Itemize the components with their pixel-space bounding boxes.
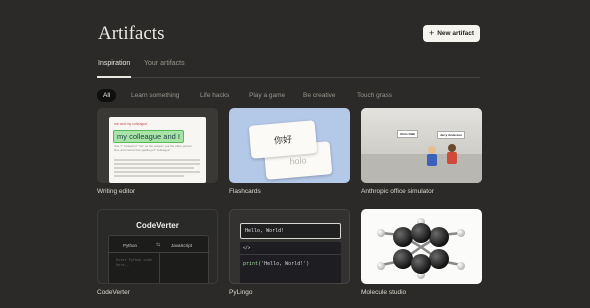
card-title: PyLingo <box>229 289 253 296</box>
writing-editor-preview: me and my colleague my colleague and I U… <box>97 108 218 183</box>
card-title: Molecule studio <box>361 289 407 296</box>
flashcards-preview: holo 你好 <box>229 108 350 183</box>
document-sheet: me and my colleague my colleague and I U… <box>109 117 206 183</box>
filter-all[interactable]: All <box>97 89 117 102</box>
code-icon: </> <box>243 245 251 250</box>
text-line <box>114 167 194 169</box>
code-line: print('Hello, World!') <box>243 261 310 267</box>
card-title: Anthropic office simulator <box>361 188 434 195</box>
filter-life-hacks[interactable]: Life hacks <box>200 89 229 102</box>
swap-icon: ⇆ <box>156 242 161 248</box>
name-sign: Jerry Anderson <box>437 131 466 139</box>
code-block: </> print('Hello, World!') <box>240 242 341 283</box>
tab-inspiration[interactable]: Inspiration <box>96 60 132 78</box>
filter-learn-something[interactable]: Learn something <box>131 89 179 102</box>
office-floor <box>361 154 482 183</box>
original-text: me and my colleague <box>114 122 148 126</box>
card-writing-editor[interactable]: me and my colleague my colleague and I U… <box>97 108 218 195</box>
new-artifact-button[interactable]: + New artifact <box>423 25 480 42</box>
phrase-input: Hello, World! <box>240 223 341 239</box>
pylingo-preview: Hello, World! </> print('Hello, World!') <box>229 209 350 284</box>
code-input-placeholder: Enter Python code here... <box>116 258 152 268</box>
tab-your-artifacts[interactable]: Your artifacts <box>144 60 185 67</box>
card-office-simulator[interactable]: Chris Olah Jerry Anderson Anthropic offi… <box>361 108 482 195</box>
target-language: JavaScript <box>171 243 193 248</box>
name-sign: Chris Olah <box>397 130 419 138</box>
card-title: Writing editor <box>97 188 136 195</box>
text-line <box>114 175 184 177</box>
text-line <box>114 171 200 173</box>
flashcard-front: 你好 <box>248 120 318 159</box>
molecule-model-icon <box>377 218 465 279</box>
card-molecule-studio[interactable]: Molecule studio <box>361 209 482 296</box>
plus-icon: + <box>428 28 435 38</box>
filter-touch-grass[interactable]: Touch grass <box>357 89 392 102</box>
new-artifact-label: New artifact <box>437 30 475 37</box>
card-codeverter[interactable]: CodeVerter Python ⇆ JavaScript Enter Pyt… <box>97 209 218 296</box>
suggested-text: my colleague and I <box>113 130 184 143</box>
correction-note: Use "I" instead of "me" as the subject, … <box>114 144 192 153</box>
converter-panel: Python ⇆ JavaScript Enter Python code he… <box>108 235 210 283</box>
panel-divider <box>159 252 160 283</box>
filter-play-a-game[interactable]: Play a game <box>249 89 285 102</box>
code-divider <box>240 254 341 255</box>
codeverter-preview: CodeVerter Python ⇆ JavaScript Enter Pyt… <box>97 209 218 284</box>
card-title: Flashcards <box>229 188 261 195</box>
card-pylingo[interactable]: Hello, World! </> print('Hello, World!')… <box>229 209 350 296</box>
card-flashcards[interactable]: holo 你好 Flashcards <box>229 108 350 195</box>
card-title: CodeVerter <box>97 289 130 296</box>
tab-bar: Inspiration Your artifacts <box>96 60 480 78</box>
molecule-studio-preview <box>361 209 482 284</box>
text-line <box>114 159 200 161</box>
page-title: Artifacts <box>98 23 165 44</box>
text-line <box>114 163 200 165</box>
source-language: Python <box>123 243 138 248</box>
filter-be-creative[interactable]: Be creative <box>303 89 336 102</box>
codeverter-title: CodeVerter <box>136 221 179 230</box>
office-simulator-preview: Chris Olah Jerry Anderson <box>361 108 482 183</box>
